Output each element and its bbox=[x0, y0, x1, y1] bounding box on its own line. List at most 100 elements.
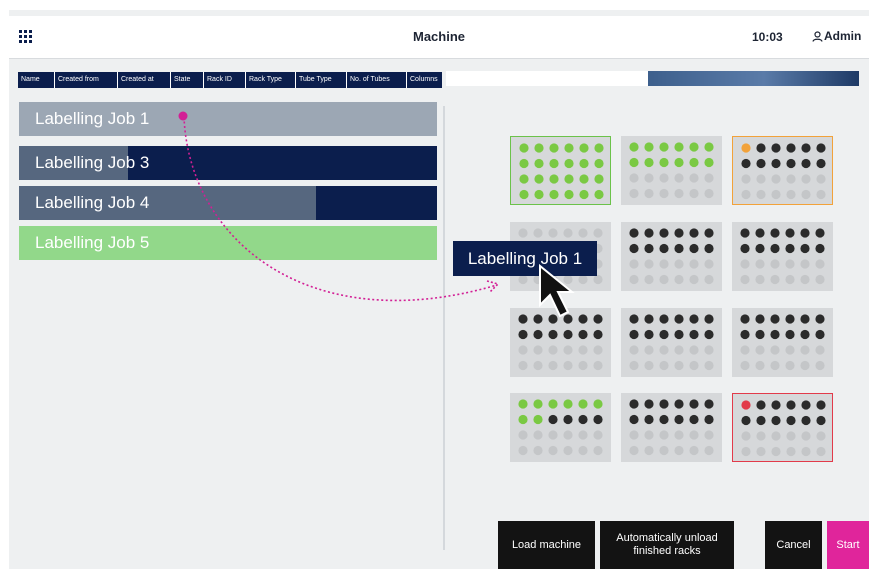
tube-filled bbox=[659, 399, 669, 409]
tube-filled bbox=[593, 314, 603, 324]
column-header-no-of-tubes[interactable]: No. of Tubes bbox=[347, 72, 407, 88]
tube-empty bbox=[593, 274, 603, 285]
job-row-labelling-job-3[interactable]: Labelling Job 3 bbox=[19, 146, 437, 180]
tube-filled-green bbox=[579, 174, 589, 184]
tube-empty bbox=[518, 274, 528, 285]
tube-empty bbox=[518, 228, 528, 238]
tube-filled bbox=[704, 399, 714, 409]
column-header-columns[interactable]: Columns bbox=[407, 72, 442, 88]
rack-slot-10[interactable] bbox=[510, 393, 611, 462]
tube-empty bbox=[578, 345, 588, 355]
tube-empty bbox=[644, 360, 654, 371]
tube-empty bbox=[629, 430, 639, 440]
tube-filled bbox=[644, 228, 654, 238]
tube-empty bbox=[629, 445, 639, 456]
tube-filled bbox=[644, 314, 654, 324]
tube-filled bbox=[816, 400, 826, 410]
rack-slot-6[interactable] bbox=[732, 222, 833, 291]
tube-filled bbox=[786, 400, 796, 410]
tube-filled bbox=[740, 314, 750, 324]
tube-empty bbox=[785, 259, 795, 269]
tube-filled bbox=[629, 243, 639, 254]
column-header-created-at[interactable]: Created at bbox=[118, 72, 171, 88]
tube-filled bbox=[771, 400, 781, 410]
job-row-labelling-job-5[interactable]: Labelling Job 5 bbox=[19, 226, 437, 260]
tube-filled bbox=[755, 314, 765, 324]
job-row-labelling-job-1[interactable]: Labelling Job 1 bbox=[19, 102, 437, 136]
panel-divider bbox=[443, 106, 445, 550]
tube-filled bbox=[644, 399, 654, 409]
tube-empty bbox=[815, 274, 825, 285]
tube-empty bbox=[578, 445, 588, 456]
tube-filled bbox=[533, 329, 543, 340]
rack-slot-11[interactable] bbox=[621, 393, 722, 462]
rack-slot-3[interactable] bbox=[732, 136, 833, 205]
tube-filled bbox=[815, 243, 825, 254]
tube-empty bbox=[770, 259, 780, 269]
rack-slot-7[interactable] bbox=[510, 308, 611, 377]
user-menu[interactable]: Admin bbox=[812, 29, 861, 43]
top-bar: Machine 10:03 Admin bbox=[9, 16, 869, 59]
tube-filled bbox=[800, 228, 810, 238]
tube-filled bbox=[771, 415, 781, 426]
tube-filled bbox=[674, 414, 684, 425]
tube-empty bbox=[659, 173, 669, 183]
tube-empty bbox=[815, 259, 825, 269]
tube-filled bbox=[785, 228, 795, 238]
tube-empty bbox=[816, 189, 826, 200]
tube-filled bbox=[689, 314, 699, 324]
drag-preview-job[interactable]: Labelling Job 1 bbox=[453, 241, 597, 276]
tube-filled-green bbox=[563, 399, 573, 409]
tube-empty bbox=[755, 259, 765, 269]
tube-filled bbox=[659, 314, 669, 324]
tube-empty bbox=[800, 345, 810, 355]
tube-empty bbox=[689, 360, 699, 371]
column-header-rack-type[interactable]: Rack Type bbox=[246, 72, 296, 88]
rack-slot-12[interactable] bbox=[732, 393, 833, 462]
tube-empty bbox=[629, 188, 639, 199]
tube-empty bbox=[593, 445, 603, 456]
tube-filled bbox=[659, 329, 669, 340]
tube-filled bbox=[689, 228, 699, 238]
rack-slot-5[interactable] bbox=[621, 222, 722, 291]
auto-unload-button[interactable]: Automatically unload finished racks bbox=[600, 521, 734, 569]
tube-empty bbox=[756, 446, 766, 457]
clock-time: 10:03 bbox=[752, 30, 783, 44]
tube-empty bbox=[801, 189, 811, 200]
tube-filled-green bbox=[519, 174, 529, 184]
rack-slot-8[interactable] bbox=[621, 308, 722, 377]
tube-filled bbox=[755, 228, 765, 238]
tube-filled bbox=[659, 243, 669, 254]
cancel-button[interactable]: Cancel bbox=[765, 521, 822, 569]
tube-empty bbox=[644, 188, 654, 199]
tube-empty bbox=[518, 430, 528, 440]
tube-empty bbox=[689, 430, 699, 440]
tube-empty bbox=[518, 360, 528, 371]
tube-empty bbox=[771, 431, 781, 441]
tube-filled bbox=[785, 329, 795, 340]
job-row-labelling-job-4[interactable]: Labelling Job 4 bbox=[19, 186, 437, 220]
tube-empty bbox=[689, 188, 699, 199]
rack-slot-1[interactable] bbox=[510, 136, 611, 205]
tube-empty bbox=[704, 259, 714, 269]
tube-filled-green bbox=[674, 157, 684, 168]
tube-filled bbox=[800, 314, 810, 324]
tube-empty bbox=[563, 345, 573, 355]
column-header-rack-id[interactable]: Rack ID bbox=[204, 72, 246, 88]
tube-empty bbox=[800, 360, 810, 371]
tube-filled bbox=[801, 158, 811, 169]
column-header-tube-type[interactable]: Tube Type bbox=[296, 72, 347, 88]
column-header-name[interactable]: Name bbox=[18, 72, 55, 88]
rack-slot-2[interactable] bbox=[621, 136, 722, 205]
load-machine-button[interactable]: Load machine bbox=[498, 521, 595, 569]
column-header-state[interactable]: State bbox=[171, 72, 204, 88]
tube-filled bbox=[644, 414, 654, 425]
tube-empty bbox=[801, 431, 811, 441]
column-header-created-from[interactable]: Created from bbox=[55, 72, 118, 88]
tube-empty bbox=[593, 360, 603, 371]
tube-filled-green bbox=[644, 142, 654, 152]
tube-filled-green bbox=[659, 157, 669, 168]
rack-slot-9[interactable] bbox=[732, 308, 833, 377]
tube-empty bbox=[674, 259, 684, 269]
start-button[interactable]: Start bbox=[827, 521, 869, 569]
